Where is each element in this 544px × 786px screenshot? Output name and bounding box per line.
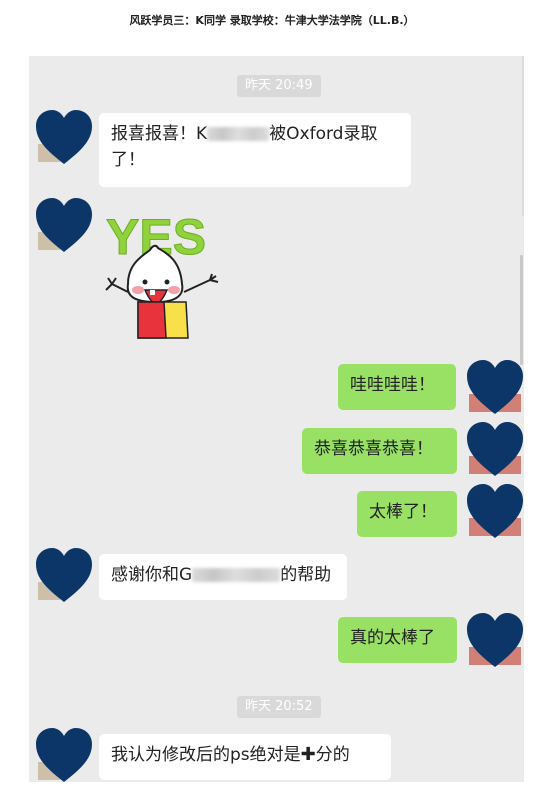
heart-avatar-icon	[36, 198, 92, 252]
redacted-name	[192, 568, 281, 582]
heart-avatar-icon	[467, 613, 523, 667]
message-text: 分的	[315, 745, 350, 765]
user-avatar[interactable]	[465, 611, 525, 671]
message-bubble-sent[interactable]: 太棒了！	[357, 491, 457, 537]
message-bubble-received[interactable]: 报喜报喜！K 被Oxford录取 了！	[99, 113, 411, 187]
contact-avatar[interactable]	[34, 196, 94, 256]
scrollbar[interactable]	[520, 255, 523, 365]
contact-avatar[interactable]	[34, 108, 94, 168]
message-text: 了！	[111, 150, 145, 170]
page-caption: 风跃学员三：K同学 录取学校：牛津大学法学院（LL.B.）	[129, 14, 415, 27]
chat-edge	[522, 56, 524, 216]
heart-avatar-icon	[467, 360, 523, 414]
heart-avatar-icon	[36, 548, 92, 602]
user-avatar[interactable]	[465, 420, 525, 480]
timestamp: 昨天 20:52	[237, 696, 321, 718]
plus-icon: ✚	[300, 744, 316, 765]
heart-avatar-icon	[36, 110, 92, 164]
message-bubble-received[interactable]: 我认为修改后的ps绝对是✚分的	[99, 734, 391, 780]
message-bubble-received[interactable]: 感谢你和G 的帮助	[99, 554, 347, 600]
message-text: 报喜报喜！K	[111, 124, 208, 144]
heart-avatar-icon	[467, 484, 523, 538]
message-text: 被Oxford录取	[269, 124, 378, 144]
message-text: 恭喜恭喜恭喜！	[314, 439, 433, 459]
timestamp: 昨天 20:49	[237, 75, 321, 97]
message-bubble-sent[interactable]: 恭喜恭喜恭喜！	[302, 428, 457, 474]
message-bubble-sent[interactable]: 真的太棒了	[338, 617, 457, 663]
yes-sticker[interactable]: YES	[98, 198, 248, 346]
message-text: 太棒了！	[369, 502, 437, 522]
contact-avatar[interactable]	[34, 726, 94, 786]
message-text: 感谢你和G	[111, 565, 193, 585]
redacted-name	[207, 127, 270, 141]
message-text: 我认为修改后的ps绝对是	[111, 745, 301, 765]
contact-avatar[interactable]	[34, 546, 94, 606]
message-text: 哇哇哇哇！	[350, 375, 435, 395]
heart-avatar-icon	[467, 422, 523, 476]
message-bubble-sent[interactable]: 哇哇哇哇！	[338, 364, 456, 410]
heart-avatar-icon	[36, 728, 92, 782]
message-text: 真的太棒了	[350, 628, 435, 648]
user-avatar[interactable]	[465, 482, 525, 542]
message-text: 的帮助	[280, 565, 332, 585]
user-avatar[interactable]	[465, 358, 525, 418]
